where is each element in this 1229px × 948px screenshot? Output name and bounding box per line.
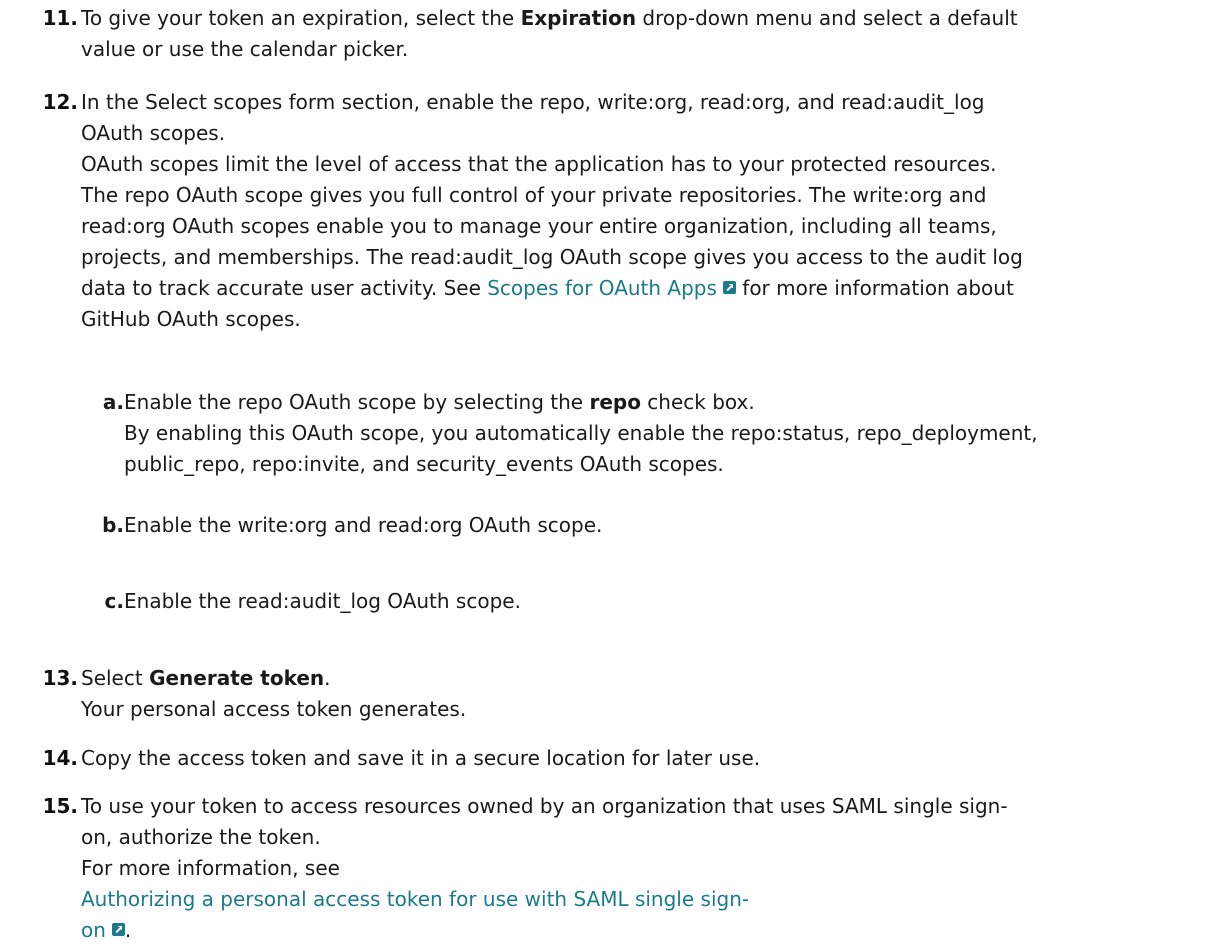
external-link-icon <box>111 923 125 936</box>
ui-term-repo: repo <box>589 390 641 414</box>
step-number: 11. <box>42 6 78 30</box>
authorizing-token-saml-link-continued[interactable]: on <box>81 918 125 942</box>
text: To use your token to access resources ow… <box>81 794 1008 818</box>
text: . <box>324 666 331 690</box>
text: GitHub OAuth scopes. <box>81 307 301 331</box>
text: In the Select scopes form section, enabl… <box>81 90 985 114</box>
text: Your personal access token generates. <box>81 697 467 721</box>
step-number: 15. <box>42 794 78 818</box>
text: The repo OAuth scope gives you full cont… <box>81 183 987 207</box>
text: data to track accurate user activity. Se… <box>81 276 488 300</box>
step-text: Copy the access token and save it in a s… <box>81 743 1191 774</box>
text: Enable the repo OAuth scope by selecting… <box>124 390 590 414</box>
authorizing-token-saml-link[interactable]: Authorizing a personal access token for … <box>81 887 749 911</box>
text: Select <box>81 666 150 690</box>
text: check box. <box>640 390 755 414</box>
document: 11. To give your token an expiration, se… <box>0 0 1229 948</box>
substep-label: a. <box>102 390 124 414</box>
text: read:org OAuth scopes enable you to mana… <box>81 214 997 238</box>
step-text: Select Generate token. Your personal acc… <box>81 663 1191 725</box>
text: To give your token an expiration, select… <box>81 6 521 30</box>
text: on, authorize the token. <box>81 825 321 849</box>
text: For more information, see <box>81 856 340 880</box>
substep-text: Enable the read:audit_log OAuth scope. <box>124 586 1204 617</box>
text: public_repo, repo:invite, and security_e… <box>124 452 724 476</box>
step-text: To give your token an expiration, select… <box>81 3 1191 65</box>
text: OAuth scopes. <box>81 121 226 145</box>
ui-term-generate-token: Generate token <box>149 666 325 690</box>
text: drop-down menu and select a default <box>636 6 1018 30</box>
text: By enabling this OAuth scope, you automa… <box>124 421 1038 445</box>
substep-text: Enable the repo OAuth scope by selecting… <box>124 387 1204 480</box>
text: projects, and memberships. The read:audi… <box>81 245 1023 269</box>
step-text: To use your token to access resources ow… <box>81 791 1191 946</box>
text: Copy the access token and save it in a s… <box>81 746 761 770</box>
step-number: 14. <box>42 746 78 770</box>
scopes-for-oauth-apps-link[interactable]: Scopes for OAuth Apps <box>487 276 736 300</box>
substep-label: b. <box>102 513 124 537</box>
text: . <box>124 918 132 942</box>
text: OAuth scopes limit the level of access t… <box>81 152 997 176</box>
text: for more information about <box>735 276 1014 300</box>
substep-label: c. <box>104 589 124 613</box>
step-text: In the Select scopes form section, enabl… <box>81 87 1191 335</box>
text: Enable the write:org and read:org OAuth … <box>124 513 603 537</box>
substep-text: Enable the write:org and read:org OAuth … <box>124 510 1204 541</box>
step-number: 13. <box>42 666 78 690</box>
step-number: 12. <box>42 90 78 114</box>
text: Enable the read:audit_log OAuth scope. <box>124 589 521 613</box>
text: value or use the calendar picker. <box>81 37 409 61</box>
ui-term-expiration: Expiration <box>520 6 637 30</box>
external-link-icon <box>722 281 736 294</box>
